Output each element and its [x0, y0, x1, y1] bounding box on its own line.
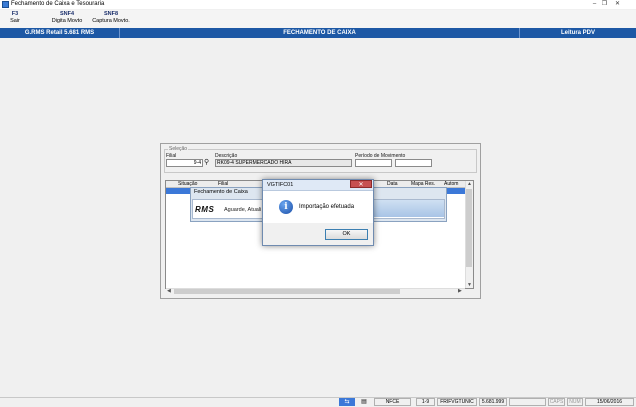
window-title: Fechamento de Caixa e Tesouraria: [11, 1, 105, 7]
progress-bar: [373, 200, 444, 217]
header-bar: G.RMS Retail 5.681 RMS FECHAMENTO DE CAI…: [0, 28, 636, 38]
document-icon: ▤: [361, 399, 367, 405]
status-program: FRIFVGTUNIC: [437, 398, 477, 406]
filial-input[interactable]: 9-4: [166, 159, 203, 167]
scroll-down-icon[interactable]: ▼: [467, 282, 472, 288]
status-version: 5.681.999: [479, 398, 507, 406]
dialog-close-icon[interactable]: ✕: [350, 180, 372, 188]
app-version-label: G.RMS Retail 5.681 RMS: [0, 28, 120, 38]
close-window-button[interactable]: ✕: [612, 1, 623, 8]
digita-movto-label: Digita Movto: [51, 18, 83, 24]
search-binoculars-icon[interactable]: ⚲: [204, 159, 213, 166]
captura-movto-button[interactable]: SNF8 Captura Movto.: [89, 11, 133, 25]
exit-button[interactable]: F3 Sair: [8, 11, 22, 25]
screen-title: FECHAMENTO DE CAIXA: [120, 28, 520, 38]
descricao-field: RK09-4 SUPERMERCADO HIRA: [215, 159, 352, 167]
message-text: Importação efetuada: [299, 204, 355, 210]
status-empty: [509, 398, 546, 406]
caps-indicator: CAPS: [548, 398, 565, 406]
message-dialog-title: VGTIFC01: [267, 182, 294, 188]
network-icon: ⇆: [339, 398, 355, 406]
scroll-left-icon[interactable]: ◀: [167, 288, 171, 294]
horizontal-scroll-thumb[interactable]: [174, 289, 400, 294]
exit-key: F3: [11, 11, 19, 17]
status-nfce: NFCE: [374, 398, 411, 406]
periodo-end-input[interactable]: [395, 159, 432, 167]
mode-label: Leitura PDV: [560, 30, 595, 36]
digita-movto-button[interactable]: SNF4 Digita Movto: [46, 11, 88, 25]
scroll-right-icon[interactable]: ▶: [458, 288, 462, 294]
periodo-start-input[interactable]: [355, 159, 392, 167]
num-indicator: NUM: [567, 398, 583, 406]
wait-window-title: Fechamento de Caixa: [194, 189, 248, 195]
status-date: 15/06/2016: [585, 398, 634, 406]
status-page: 1-9: [416, 398, 435, 406]
selection-legend: Seleção: [168, 146, 189, 152]
rms-logo: RMS: [195, 205, 215, 214]
digita-movto-key: SNF4: [59, 11, 75, 17]
ok-button[interactable]: OK: [325, 229, 368, 240]
wait-message: Aguarde, Atuali: [224, 207, 262, 213]
minimize-button[interactable]: –: [590, 1, 599, 8]
vertical-scroll-thumb[interactable]: [466, 189, 472, 267]
captura-movto-label: Captura Movto.: [92, 18, 130, 24]
exit-label: Sair: [10, 18, 20, 24]
restore-button[interactable]: ❐: [600, 1, 609, 8]
scroll-up-icon[interactable]: ▲: [467, 181, 472, 187]
captura-movto-key: SNF8: [103, 11, 119, 17]
window-titlebar: Fechamento de Caixa e Tesouraria – ❐ ✕: [0, 0, 636, 9]
app-icon: [2, 1, 9, 8]
info-icon: i: [279, 200, 293, 214]
